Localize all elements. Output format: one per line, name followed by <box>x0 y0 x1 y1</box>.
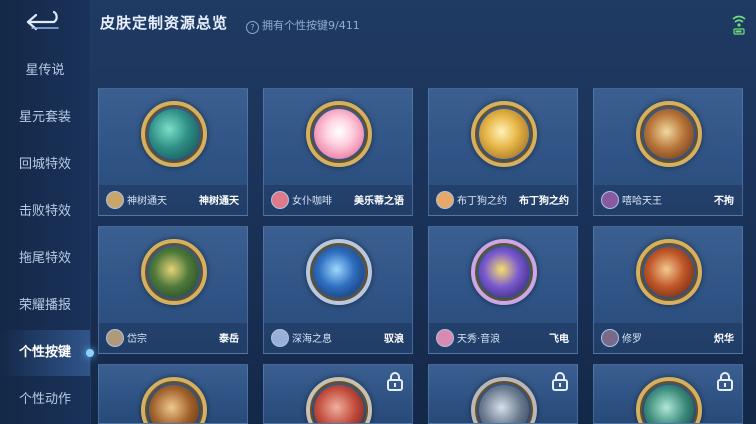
sidebar-item-kill-effect[interactable]: 击败特效 <box>0 189 90 235</box>
lock-icon <box>552 372 568 391</box>
button-skin-card[interactable] <box>593 364 743 424</box>
button-skin-card[interactable]: 修罗 炽华 <box>593 226 743 354</box>
hero-avatar <box>601 191 619 209</box>
hero-avatar <box>436 191 454 209</box>
emblem-icon <box>306 101 372 167</box>
button-name: 驭浪 <box>384 334 404 345</box>
skin-name: 深海之息 <box>292 334 332 345</box>
sidebar: 星传说 星元套装 回城特效 击败特效 拖尾特效 荣耀播报 个性按键 个性动作 <box>0 0 94 424</box>
emblem-icon <box>141 377 207 423</box>
hero-avatar <box>601 329 619 347</box>
sidebar-item-custom-buttons[interactable]: 个性按键 <box>0 330 94 376</box>
emblem-icon <box>141 239 207 305</box>
button-skin-card[interactable]: 女仆咖啡 美乐蒂之语 <box>263 88 413 216</box>
button-skin-card[interactable] <box>263 364 413 424</box>
hero-avatar <box>106 191 124 209</box>
skin-name: 天秀·音浪 <box>457 334 501 345</box>
sidebar-item-recall-effect[interactable]: 回城特效 <box>0 142 90 188</box>
skin-name: 女仆咖啡 <box>292 196 332 207</box>
button-name: 泰岳 <box>219 334 239 345</box>
button-name: 布丁狗之约 <box>519 196 569 207</box>
lock-icon <box>717 372 733 391</box>
back-arrow-icon[interactable] <box>24 10 64 34</box>
sidebar-item-star-legend[interactable]: 星传说 <box>0 48 90 94</box>
lock-icon <box>387 372 403 391</box>
button-skin-card[interactable]: 神树通天 神树通天 <box>98 88 248 216</box>
owned-count[interactable]: ? 拥有个性按键9/411 <box>246 17 360 34</box>
owned-count-label: 拥有个性按键9/411 <box>262 19 360 32</box>
emblem-icon <box>636 239 702 305</box>
emblem-icon <box>471 377 537 423</box>
hero-avatar <box>436 329 454 347</box>
wifi-icon <box>732 15 746 35</box>
button-skin-card[interactable] <box>428 364 578 424</box>
emblem-icon <box>471 239 537 305</box>
sidebar-item-custom-actions[interactable]: 个性动作 <box>0 377 90 423</box>
hero-avatar <box>106 329 124 347</box>
skin-name: 修罗 <box>622 334 642 345</box>
emblem-icon <box>471 101 537 167</box>
button-skin-card[interactable]: 深海之息 驭浪 <box>263 226 413 354</box>
hero-avatar <box>271 191 289 209</box>
emblem-icon <box>141 101 207 167</box>
button-skin-card[interactable]: 嘻哈天王 不拘 <box>593 88 743 216</box>
emblem-icon <box>636 101 702 167</box>
help-icon: ? <box>246 21 259 34</box>
button-name: 飞电 <box>549 334 569 345</box>
button-skin-card[interactable]: 岱宗 泰岳 <box>98 226 248 354</box>
button-name: 炽华 <box>714 334 734 345</box>
emblem-icon <box>306 239 372 305</box>
skin-name: 嘻哈天王 <box>622 196 662 207</box>
button-name: 不拘 <box>714 196 734 207</box>
button-name: 神树通天 <box>199 196 239 207</box>
sidebar-item-glory-broadcast[interactable]: 荣耀播报 <box>0 283 90 329</box>
skin-name: 布丁狗之约 <box>457 196 507 207</box>
emblem-icon <box>636 377 702 423</box>
emblem-icon <box>306 377 372 423</box>
sidebar-item-star-set[interactable]: 星元套装 <box>0 95 90 141</box>
button-skin-card[interactable]: 天秀·音浪 飞电 <box>428 226 578 354</box>
button-skin-card[interactable] <box>98 364 248 424</box>
skin-name: 岱宗 <box>127 334 147 345</box>
skin-name: 神树通天 <box>127 196 167 207</box>
button-skin-card[interactable]: 布丁狗之约 布丁狗之约 <box>428 88 578 216</box>
sidebar-item-trail-effect[interactable]: 拖尾特效 <box>0 236 90 282</box>
button-name: 美乐蒂之语 <box>354 196 404 207</box>
page-title: 皮肤定制资源总览 <box>100 14 229 32</box>
hero-avatar <box>271 329 289 347</box>
